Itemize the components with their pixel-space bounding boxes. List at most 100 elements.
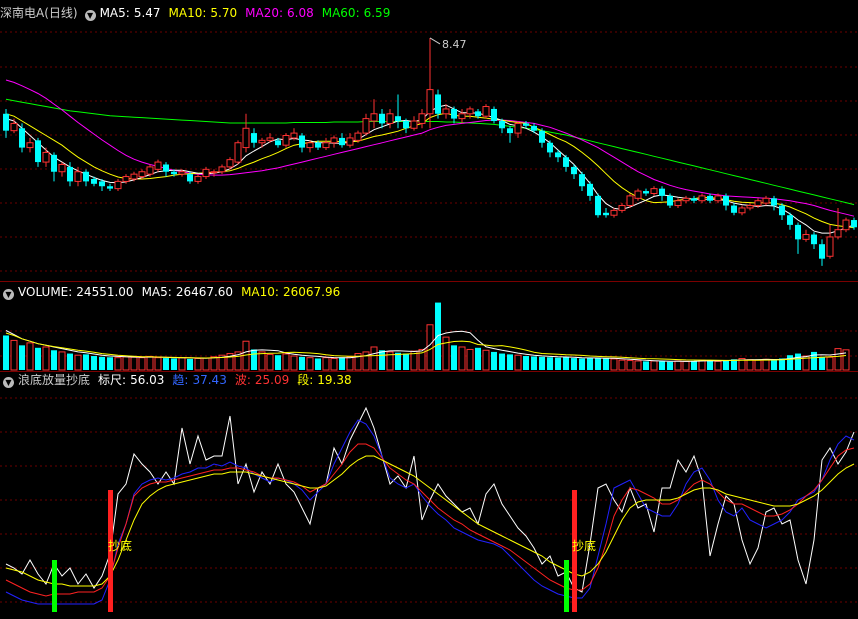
buy-signal-label: 抄底 [108,538,132,553]
volume-bar [643,361,649,370]
volume-bar [130,356,138,371]
candle-body [626,195,634,207]
candle-body [507,128,513,134]
candle-body [19,128,25,148]
volume-bar [682,360,690,371]
volume-bar [379,350,385,370]
candle-body [26,142,34,149]
candle-body [299,135,305,148]
volume-bar [42,346,50,371]
candle-body [410,120,418,129]
candle-body [386,113,394,124]
candle-body [771,198,777,206]
volume-bar [330,357,338,371]
candle-body [475,111,481,117]
volume-bar [563,356,569,370]
volume-bar [187,358,193,370]
candle-body [442,108,450,115]
candle-body [603,212,609,216]
candle-body [315,142,321,148]
candle-body [282,135,290,146]
volume-bar [403,353,409,370]
candle-body [379,113,385,124]
wave-line [5,443,855,597]
candle-body [362,118,370,134]
stock-chart[interactable]: 8.47 抄底 抄底 [0,0,858,619]
candle-body [187,174,193,182]
candle-body [74,171,82,182]
volume-bar [194,357,202,371]
candle-body [555,152,561,158]
candle-body [595,195,601,216]
volume-bar [202,357,210,371]
candle-body [210,171,218,174]
volume-bar [91,356,97,370]
candle-body [674,200,682,207]
candle-body [242,127,250,149]
candle-body [499,121,505,129]
trend-line [5,419,855,605]
volume-bar [491,351,497,370]
candle-body [819,244,825,259]
candle-body [851,220,857,228]
candle-body [802,234,810,240]
candle-body [579,174,585,187]
candle-body [234,142,242,163]
volume-bar [178,357,186,371]
volume-bar [146,355,154,371]
volume-bar [674,360,682,371]
candle-body [787,215,793,225]
volume-bar [275,355,281,370]
volume-bar [346,356,354,371]
candle-body [290,132,298,139]
volume-bar [698,359,706,371]
candle-body [491,108,497,122]
volume-bar [290,355,298,371]
volume-bar [74,354,82,371]
volume-bar [58,351,66,371]
candle-body [610,209,618,216]
candle-body [218,166,226,173]
candle-body [171,171,177,175]
candle-body [107,186,113,189]
candle-body [563,157,569,167]
candle-body [458,113,466,120]
volume-ma5-line [5,330,847,362]
volume-bar [626,360,634,371]
candle-body [634,190,642,199]
high-marker-label: 8.47 [442,38,467,51]
volume-bar [795,353,801,370]
candle-body [514,122,522,134]
volume-bar [714,360,722,371]
volume-bar [754,359,762,371]
volume-bar [138,357,146,371]
volume-bar [834,348,842,371]
candle-body [659,188,665,196]
candle-body [146,166,154,175]
buy-signal-label: 抄底 [572,538,596,553]
volume-bar [707,360,713,370]
volume-bar [10,339,18,371]
volume-bar [507,354,513,370]
candle-body [779,205,785,216]
volume-bar [315,358,321,370]
volume-bar [306,357,314,371]
candle-body [834,229,842,238]
volume-bar [395,352,401,370]
candle-body [435,94,441,114]
volume-bar [482,349,490,371]
candle-body [258,139,266,144]
volume-bar [579,358,585,370]
candle-body [571,166,577,175]
volume-bar [691,360,697,370]
volume-bar [426,324,434,371]
volume-bar [499,353,505,370]
volume-bar [251,349,257,370]
volume-bar [555,357,561,370]
volume-bar [258,351,266,371]
candle-body [370,113,378,122]
candle-body [3,113,9,131]
volume-bar [667,361,673,370]
candle-body [194,176,202,182]
volume-bar [171,358,177,370]
